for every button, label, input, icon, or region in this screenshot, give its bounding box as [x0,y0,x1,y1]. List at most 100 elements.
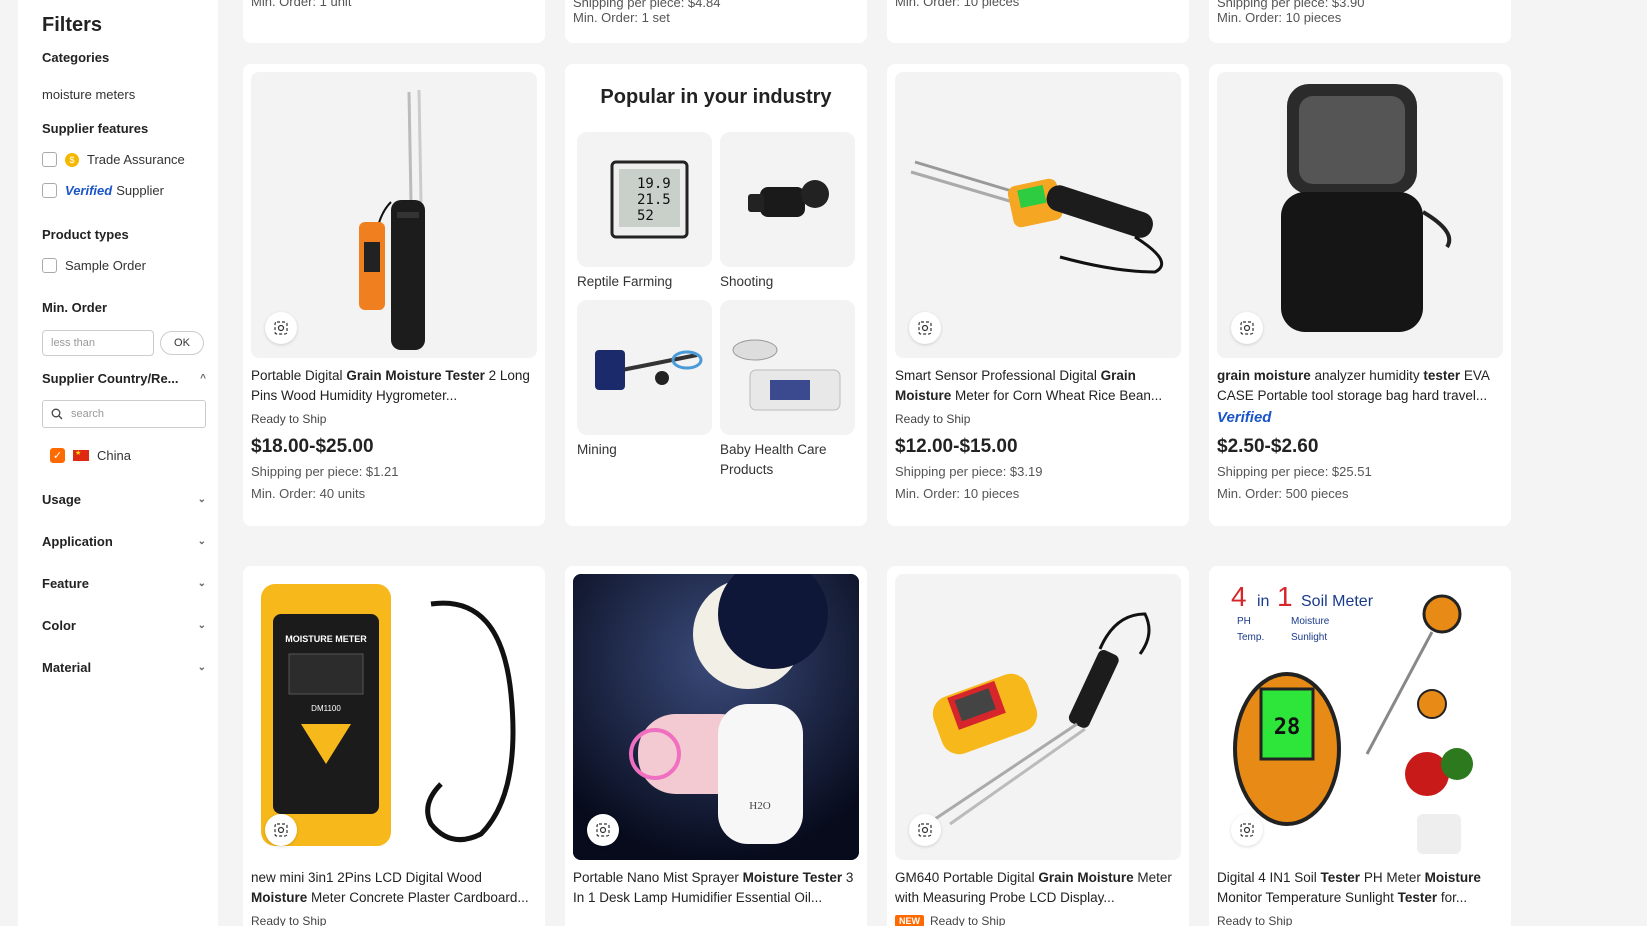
product-types-title: Product types [42,227,129,242]
product-card-partial[interactable]: Min. Order: 10 pieces [887,0,1189,43]
svg-text:H2O: H2O [749,800,770,812]
product-card[interactable]: Portable Digital Grain Moisture Tester 2… [243,64,545,526]
popular-item-label[interactable]: Shooting [720,272,855,292]
product-card-partial[interactable]: Min. Order: 1 unit [243,0,545,43]
product-moq: Min. Order: 500 pieces [1217,486,1349,501]
image-search-icon[interactable] [909,312,941,344]
sample-order-label: Sample Order [65,258,146,273]
country-china-filter[interactable]: ✓ China [50,448,131,463]
popular-item-label[interactable]: Reptile Farming [577,272,712,292]
product-title[interactable]: Portable Nano Mist Sprayer Moisture Test… [573,868,859,908]
product-card[interactable]: GM640 Portable Digital Grain Moisture Me… [887,566,1189,926]
product-moq: Min. Order: 10 pieces [895,486,1020,501]
image-search-icon[interactable] [265,312,297,344]
product-card[interactable]: grain moisture analyzer humidity tester … [1209,64,1511,526]
product-image[interactable] [251,72,537,358]
product-card-partial[interactable]: Shipping per piece: $4.84 Min. Order: 1 … [565,0,867,43]
product-price: $12.00-$15.00 [895,436,1018,457]
ready-to-ship-label: Ready to Ship [1217,914,1293,926]
min-order-row: less than OK [42,330,204,356]
min-order-title: Min. Order [42,300,108,315]
trade-assurance-icon: $ [65,152,79,167]
svg-text:Sunlight: Sunlight [1291,632,1327,643]
svg-text:in: in [1257,593,1269,610]
application-section[interactable]: Application ⌄ [42,534,206,549]
supplier-country-title[interactable]: Supplier Country/Re... ^ [42,371,206,386]
svg-text:4: 4 [1231,581,1247,612]
country-search-placeholder: search [71,408,105,420]
product-title[interactable]: new mini 3in1 2Pins LCD Digital Wood Moi… [251,868,537,908]
ready-to-ship-label: Ready to Ship [251,412,327,426]
image-search-icon[interactable] [1231,814,1263,846]
min-order-input[interactable]: less than [42,330,154,356]
product-image[interactable] [895,72,1181,358]
product-title[interactable]: Smart Sensor Professional Digital Grain … [895,366,1181,406]
category-link[interactable]: moisture meters [42,87,135,102]
product-title[interactable]: GM640 Portable Digital Grain Moisture Me… [895,868,1181,908]
chevron-down-icon: ⌄ [197,578,206,589]
baby-scale-image [732,339,841,411]
product-title[interactable]: Portable Digital Grain Moisture Tester 2… [251,366,537,406]
product-card[interactable]: MOISTURE METER DM1100 new mini 3in1 2Pin… [243,566,545,926]
image-search-icon[interactable] [265,814,297,846]
product-card-partial[interactable]: Shipping per piece: $3.90 Min. Order: 10… [1209,0,1511,43]
sample-order-checkbox[interactable] [42,258,57,273]
feature-section[interactable]: Feature ⌄ [42,576,206,591]
china-label: China [97,448,131,463]
product-image[interactable] [895,574,1181,860]
svg-text:Moisture: Moisture [1291,616,1330,627]
image-search-icon[interactable] [909,814,941,846]
product-image[interactable] [1217,72,1503,358]
color-label: Color [42,618,76,633]
chevron-down-icon: ⌄ [197,662,206,673]
usage-section[interactable]: Usage ⌄ [42,492,206,507]
product-shipping: Shipping per piece: $3.19 [895,464,1043,479]
trade-assurance-filter[interactable]: $ Trade Assurance [42,152,185,167]
ready-to-ship-text: Ready to Ship [930,914,1006,926]
humidifier-image: H2O [573,574,859,860]
material-section[interactable]: Material ⌄ [42,660,206,675]
product-shipping: Shipping per piece: $1.21 [251,464,399,479]
popular-item-image[interactable] [720,300,855,435]
popular-item-label[interactable]: Mining [577,440,712,460]
product-card[interactable]: H2O Portable Nano Mist Sprayer Moisture … [565,566,867,926]
product-image[interactable]: MOISTURE METER DM1100 [251,574,537,860]
product-moq: Min. Order: 1 set [573,10,670,25]
country-search-input[interactable]: search [42,400,206,428]
product-title[interactable]: grain moisture analyzer humidity tester … [1217,366,1503,406]
color-section[interactable]: Color ⌄ [42,618,206,633]
product-title[interactable]: Digital 4 IN1 Soil Tester PH Meter Moist… [1217,868,1503,908]
verified-supplier-checkbox[interactable] [42,183,57,198]
supplier-features-title: Supplier features [42,121,149,136]
china-checkbox[interactable]: ✓ [50,448,65,463]
verified-icon: Verified [65,183,113,198]
image-search-icon[interactable] [1231,312,1263,344]
sample-order-filter[interactable]: Sample Order [42,258,146,273]
product-card[interactable]: Smart Sensor Professional Digital Grain … [887,64,1189,526]
min-order-ok-button[interactable]: OK [160,331,204,355]
popular-item-image[interactable]: 19.9 21.5 52 [577,132,712,267]
product-image[interactable]: H2O [573,574,859,860]
product-shipping: Shipping per piece: $3.90 [1217,0,1365,10]
popular-industry-card: Popular in your industry 19.9 21.5 52 Re… [565,64,867,526]
trade-assurance-checkbox[interactable] [42,152,57,167]
svg-text:21.5: 21.5 [637,192,671,208]
usage-label: Usage [42,492,82,507]
supplier-country-label: Supplier Country/Re... [42,371,179,386]
verified-badge: Verified [1217,409,1272,426]
search-icon [51,408,63,420]
metal-detector-image [595,350,703,390]
filters-title: Filters [42,14,103,36]
popular-item-image[interactable] [577,300,712,435]
popular-item-label[interactable]: Baby Health Care Products [720,440,855,480]
storage-case-image [1281,84,1452,332]
grain-probe-meter-image [932,612,1151,826]
popular-item-image[interactable] [720,132,855,267]
product-card[interactable]: 4 in 1 Soil Meter PH Moisture Temp. Sunl… [1209,566,1511,926]
svg-text:Temp.: Temp. [1237,632,1264,643]
verified-supplier-filter[interactable]: Verified Supplier [42,183,164,198]
product-price: $2.50-$2.60 [1217,436,1319,457]
image-search-icon[interactable] [587,814,619,846]
product-image[interactable]: 4 in 1 Soil Meter PH Moisture Temp. Sunl… [1217,574,1503,860]
product-moq: Min. Order: 10 pieces [895,0,1020,9]
